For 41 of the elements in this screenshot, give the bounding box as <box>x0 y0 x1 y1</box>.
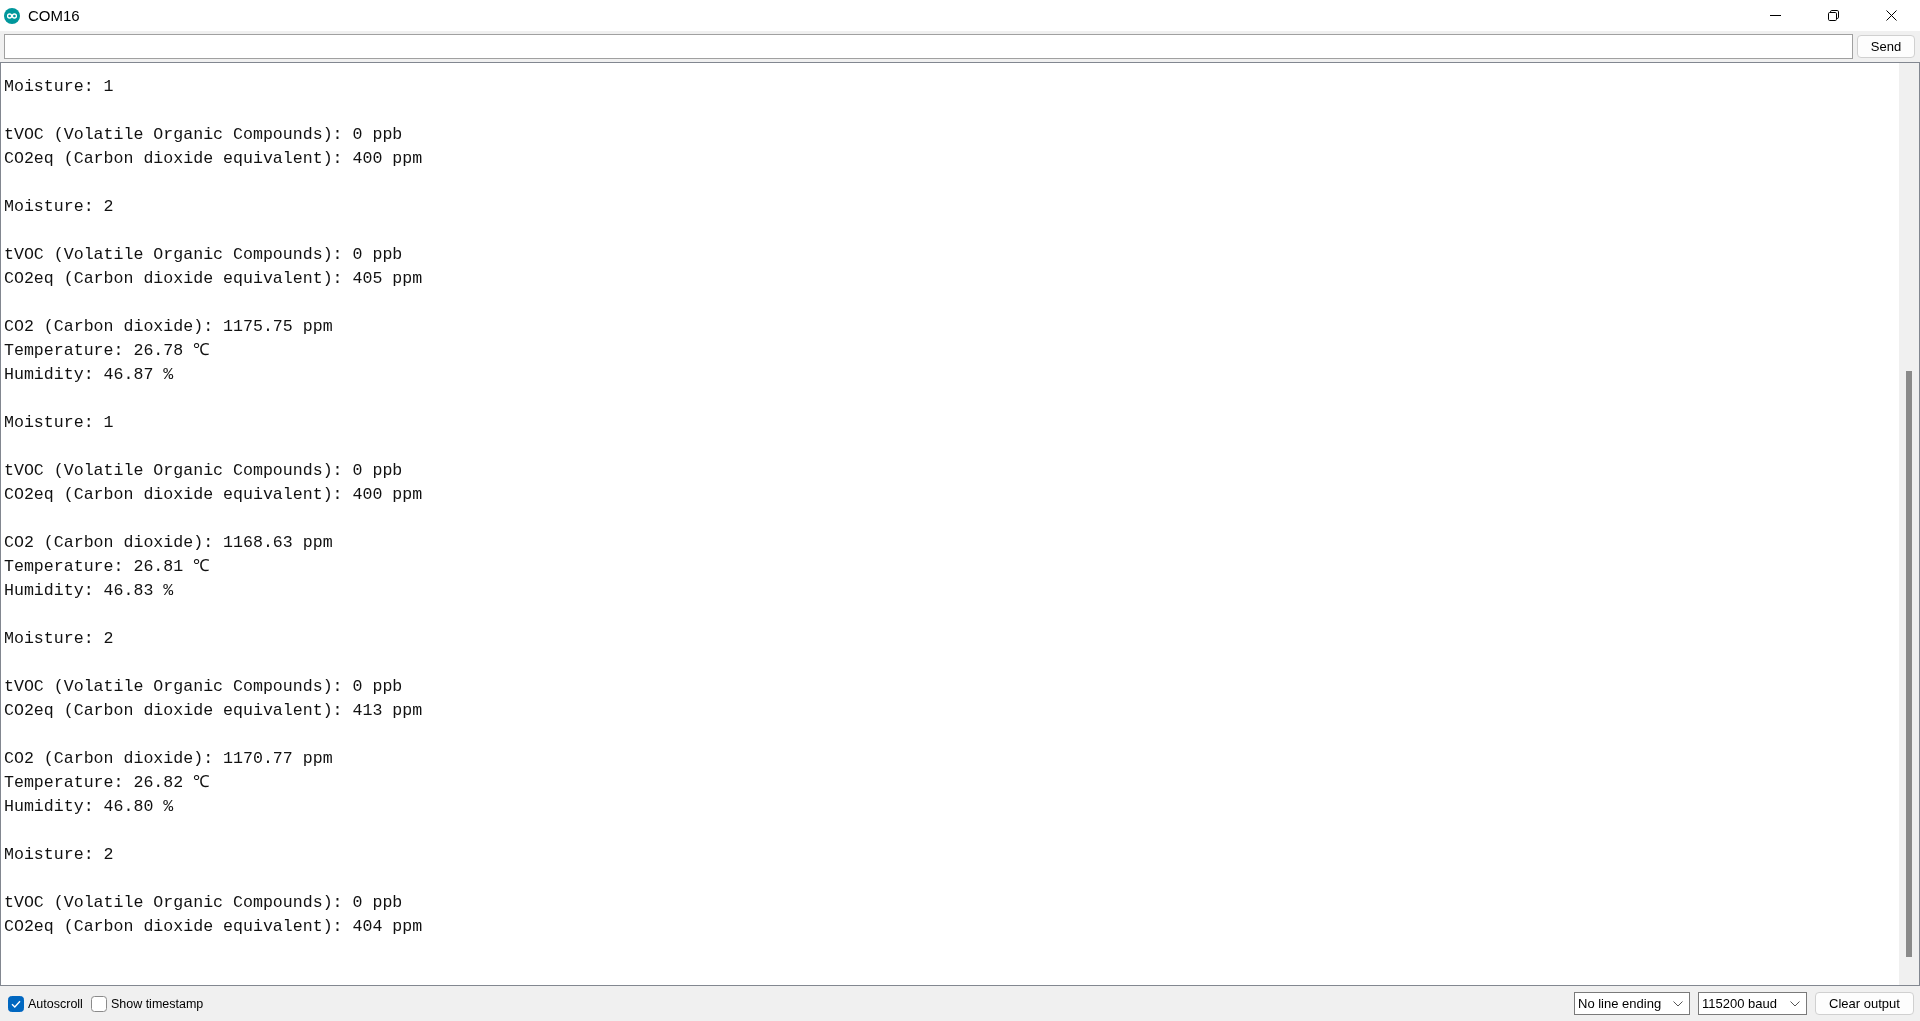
output-line: Moisture: 2 <box>4 196 114 218</box>
window-title: COM16 <box>28 7 80 24</box>
output-line: tVOC (Volatile Organic Compounds): 0 ppb <box>4 244 403 266</box>
output-line: tVOC (Volatile Organic Compounds): 0 ppb <box>4 124 403 146</box>
output-line: tVOC (Volatile Organic Compounds): 0 ppb <box>4 676 403 698</box>
output-line: Temperature: 26.82 ℃ <box>4 772 211 794</box>
send-button[interactable]: Send <box>1857 35 1915 58</box>
output-line: CO2 (Carbon dioxide): 1168.63 ppm <box>4 532 333 554</box>
chevron-down-icon <box>1673 1000 1683 1007</box>
output-line: Humidity: 46.80 % <box>4 796 174 818</box>
output-line: Moisture: 2 <box>4 628 114 650</box>
checkbox[interactable] <box>90 995 107 1012</box>
output-line: CO2eq (Carbon dioxide equivalent): 404 ppm <box>4 916 423 938</box>
app-logo-icon <box>4 7 20 24</box>
scrollbar-thumb[interactable] <box>1906 371 1912 957</box>
restore-icon <box>1827 10 1839 21</box>
baud-rate-dropdown[interactable]: 115200 baud <box>1698 992 1807 1015</box>
output-line: Moisture: 2 <box>4 844 114 866</box>
output-line: Moisture: 1 <box>4 412 114 434</box>
output-line: Humidity: 46.87 % <box>4 364 174 386</box>
output-line: Temperature: 26.78 ℃ <box>4 340 211 362</box>
line-ending-dropdown[interactable]: No line ending <box>1574 992 1690 1015</box>
output-line: CO2 (Carbon dioxide): 1175.75 ppm <box>4 316 333 338</box>
output-line: Moisture: 1 <box>4 76 114 98</box>
output-line: CO2eq (Carbon dioxide equivalent): 405 ppm <box>4 268 423 290</box>
scrollbar-track[interactable] <box>1899 63 1919 985</box>
output-line: Temperature: 26.81 ℃ <box>4 556 211 578</box>
message-input[interactable] <box>4 34 1853 59</box>
output-line: tVOC (Volatile Organic Compounds): 0 ppb <box>4 892 403 914</box>
chevron-down-icon <box>1790 1000 1800 1007</box>
output-line: CO2eq (Carbon dioxide equivalent): 413 ppm <box>4 700 423 722</box>
checkbox-label[interactable]: Autoscroll <box>28 996 83 1011</box>
output-line: CO2eq (Carbon dioxide equivalent): 400 ppm <box>4 484 423 506</box>
output-line: Humidity: 46.83 % <box>4 580 174 602</box>
checkbox-label[interactable]: Show timestamp <box>110 996 204 1011</box>
clear-output-button[interactable]: Clear output <box>1815 992 1914 1015</box>
output-line: CO2 (Carbon dioxide): 1170.77 ppm <box>4 748 333 770</box>
checkbox[interactable] <box>8 995 24 1012</box>
output-line: tVOC (Volatile Organic Compounds): 0 ppb <box>4 460 403 482</box>
output-line: CO2eq (Carbon dioxide equivalent): 400 ppm <box>4 148 423 170</box>
close-icon <box>1885 10 1897 21</box>
